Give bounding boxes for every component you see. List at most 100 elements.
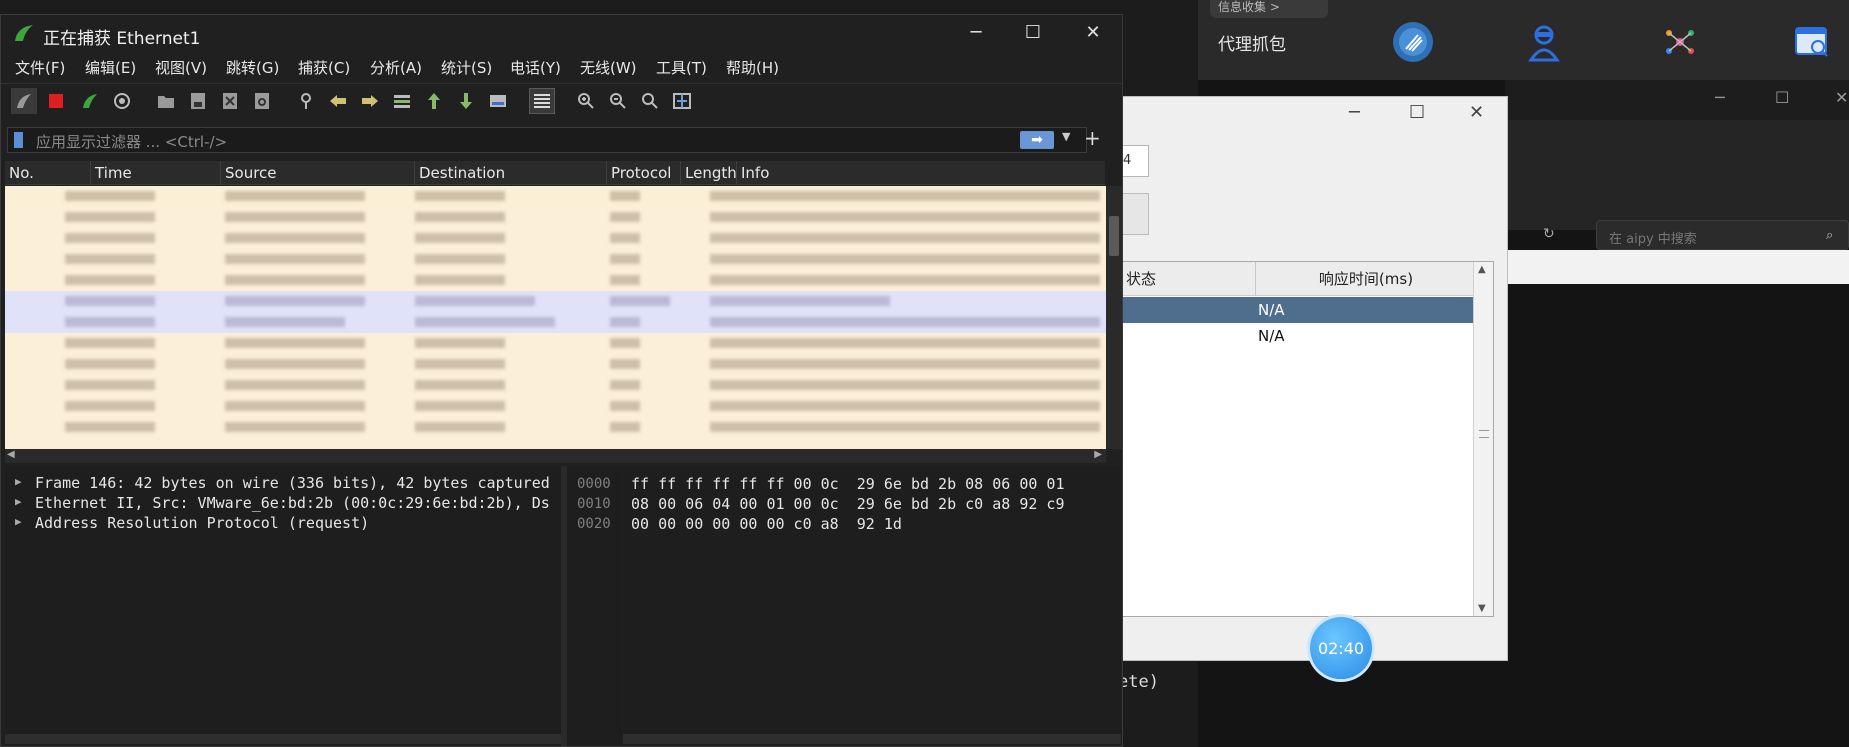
aipy-search-input[interactable]: 在 aipy 中搜索 (1596, 220, 1849, 250)
open-file-icon[interactable] (153, 88, 179, 114)
details-hscrollbar[interactable] (5, 734, 561, 744)
menu-analyze[interactable]: 分析(A) (370, 57, 422, 78)
column-protocol[interactable]: Protocol (607, 161, 681, 185)
maximize-icon[interactable]: ☐ (1409, 102, 1425, 123)
save-file-icon[interactable] (185, 88, 211, 114)
start-capture-icon[interactable] (11, 88, 37, 114)
hex-offset: 0010 (577, 496, 611, 512)
column-source[interactable]: Source (221, 161, 415, 185)
expand-arrow-icon[interactable]: ▶ (15, 495, 22, 508)
scroll-down-icon[interactable]: ▼ (1478, 603, 1486, 614)
packet-row[interactable] (5, 228, 1106, 249)
dialog-number-input[interactable]: 4 (1121, 145, 1149, 177)
scroll-left-icon[interactable]: ◀ (7, 449, 15, 460)
dialog-action-button[interactable] (1121, 193, 1149, 235)
normal-size-icon[interactable] (637, 88, 663, 114)
packet-row-arp[interactable] (5, 291, 1106, 312)
table-row[interactable]: N/A (1122, 323, 1475, 349)
minimize-icon[interactable]: ─ (956, 19, 996, 47)
reload-file-icon[interactable] (249, 88, 275, 114)
packet-row-arp[interactable] (5, 312, 1106, 333)
table-scrollbar[interactable]: ▲ ▼ (1473, 262, 1493, 616)
display-filter-input[interactable]: 应用显示过滤器 ... <Ctrl-/> (36, 131, 227, 152)
background-window-titlebar: ─ ☐ ✕ (1505, 80, 1849, 120)
packet-row[interactable] (5, 207, 1106, 228)
menu-statistics[interactable]: 统计(S) (441, 57, 492, 78)
packet-bytes-pane[interactable]: ff ff ff ff ff ff 00 0c 29 6e bd 2b 08 0… (623, 466, 1121, 746)
menu-view[interactable]: 视图(V) (155, 57, 207, 78)
stop-capture-icon[interactable] (43, 88, 69, 114)
column-time[interactable]: Time (91, 161, 221, 185)
add-filter-button[interactable]: + (1084, 126, 1101, 150)
find-packet-icon[interactable] (293, 88, 319, 114)
minimize-icon[interactable]: ─ (1349, 102, 1360, 123)
web-scan-icon[interactable] (1792, 22, 1832, 62)
packet-list[interactable] (5, 186, 1106, 449)
go-to-packet-icon[interactable] (389, 88, 415, 114)
close-icon[interactable]: ✕ (1835, 88, 1848, 107)
apply-filter-arrow-icon[interactable]: ➡ (1020, 131, 1054, 149)
info-collect-chip[interactable]: 信息收集 > (1210, 0, 1328, 18)
detail-arp-row[interactable]: ▶ Address Resolution Protocol (request) (5, 514, 561, 534)
menu-edit[interactable]: 编辑(E) (85, 57, 136, 78)
column-length[interactable]: Length (681, 161, 737, 185)
wifi-analyzer-icon[interactable] (1393, 22, 1433, 62)
menu-file[interactable]: 文件(F) (15, 57, 65, 78)
last-packet-icon[interactable] (453, 88, 479, 114)
expand-arrow-icon[interactable]: ▶ (15, 475, 22, 488)
detail-frame-row[interactable]: ▶ Frame 146: 42 bytes on wire (336 bits),… (5, 474, 561, 494)
packet-row[interactable] (5, 396, 1106, 417)
column-destination[interactable]: Destination (415, 161, 607, 185)
packet-row[interactable] (5, 417, 1106, 438)
filter-dropdown-icon[interactable]: ▼ (1062, 130, 1070, 143)
bookmark-icon[interactable] (14, 132, 23, 148)
capture-options-icon[interactable] (109, 88, 135, 114)
auto-scroll-icon[interactable] (485, 88, 511, 114)
minimize-icon[interactable]: ─ (1715, 88, 1725, 107)
packet-list-vscrollbar[interactable] (1106, 186, 1122, 449)
column-no[interactable]: No. (5, 161, 91, 185)
spy-icon[interactable] (1524, 22, 1564, 62)
scroll-right-icon[interactable]: ▶ (1094, 449, 1102, 460)
menu-telephony[interactable]: 电话(Y) (510, 57, 561, 78)
column-info[interactable]: Info (737, 161, 1105, 185)
packet-row[interactable] (5, 186, 1106, 207)
table-row[interactable]: N/A (1122, 297, 1475, 323)
expand-arrow-icon[interactable]: ▶ (15, 515, 22, 528)
menu-help[interactable]: 帮助(H) (726, 57, 779, 78)
refresh-icon[interactable]: ↻ (1543, 226, 1559, 242)
scroll-thumb[interactable] (1479, 430, 1489, 438)
column-response-time[interactable]: 响应时间(ms) (1257, 262, 1475, 296)
packet-row[interactable] (5, 270, 1106, 291)
column-status[interactable]: 状态 (1126, 262, 1256, 296)
bytes-hscrollbar[interactable] (623, 734, 1121, 744)
menu-wireless[interactable]: 无线(W) (580, 57, 637, 78)
menu-go[interactable]: 跳转(G) (226, 57, 279, 78)
close-icon[interactable]: ✕ (1073, 19, 1113, 47)
packet-list-hscrollbar[interactable]: ◀ ▶ (5, 449, 1106, 463)
display-filter-bar[interactable]: 应用显示过滤器 ... <Ctrl-/> ➡ ▼ (7, 127, 1087, 153)
scroll-up-icon[interactable]: ▲ (1478, 264, 1486, 275)
close-icon[interactable]: ✕ (1469, 102, 1484, 123)
menu-capture[interactable]: 捕获(C) (298, 57, 350, 78)
scroll-thumb[interactable] (1109, 216, 1119, 256)
detail-ethernet-row[interactable]: ▶ Ethernet II, Src: VMware_6e:bd:2b (00:0… (5, 494, 561, 514)
go-forward-icon[interactable] (357, 88, 383, 114)
packet-row[interactable] (5, 333, 1106, 354)
maximize-icon[interactable]: ☐ (1013, 19, 1053, 47)
resize-columns-icon[interactable] (669, 88, 695, 114)
zoom-in-icon[interactable] (573, 88, 599, 114)
menu-tools[interactable]: 工具(T) (656, 57, 707, 78)
first-packet-icon[interactable] (421, 88, 447, 114)
packet-row[interactable] (5, 354, 1106, 375)
timer-badge[interactable]: 02:40 (1310, 617, 1372, 679)
close-file-icon[interactable] (217, 88, 243, 114)
maximize-icon[interactable]: ☐ (1775, 88, 1789, 107)
packet-row[interactable] (5, 249, 1106, 270)
network-node-icon[interactable] (1660, 22, 1700, 62)
zoom-out-icon[interactable] (605, 88, 631, 114)
go-back-icon[interactable] (325, 88, 351, 114)
colorize-icon[interactable] (529, 88, 555, 114)
restart-capture-icon[interactable] (77, 88, 103, 114)
packet-row[interactable] (5, 375, 1106, 396)
